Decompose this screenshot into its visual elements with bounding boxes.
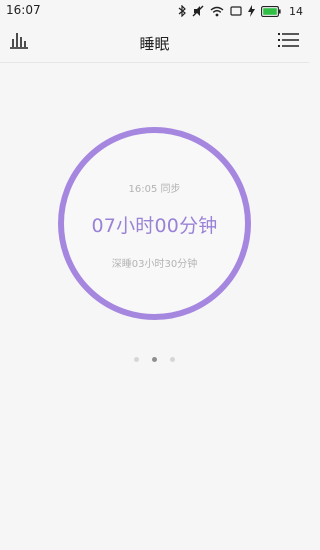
page-dot-2[interactable]	[152, 357, 157, 362]
menu-button[interactable]	[276, 30, 300, 54]
page-title: 睡眠	[139, 35, 170, 53]
page-dot-1[interactable]	[134, 357, 139, 362]
status-bar: 16:07 14	[0, 0, 309, 22]
battery-icon	[261, 5, 281, 17]
wifi-icon	[210, 6, 224, 17]
charging-icon	[248, 5, 255, 17]
sleep-summary-ring[interactable]: 16:05 同步 07小时00分钟 深睡03小时30分钟	[58, 127, 251, 320]
app-bar: 睡眠	[0, 22, 309, 63]
sync-time: 16:05 同步	[128, 184, 181, 195]
bluetooth-icon	[178, 5, 186, 17]
mute-icon	[192, 5, 204, 17]
battery-level: 14	[289, 4, 303, 18]
sleep-duration: 07小时00分钟	[91, 215, 218, 237]
status-time: 16:07	[6, 3, 41, 17]
menu-list-icon	[277, 32, 299, 52]
status-icons: 14	[178, 4, 303, 18]
page-dot-3[interactable]	[170, 357, 175, 362]
screen-icon	[230, 6, 242, 16]
deep-sleep-duration: 深睡03小时30分钟	[111, 259, 198, 270]
page-indicator	[0, 357, 309, 362]
